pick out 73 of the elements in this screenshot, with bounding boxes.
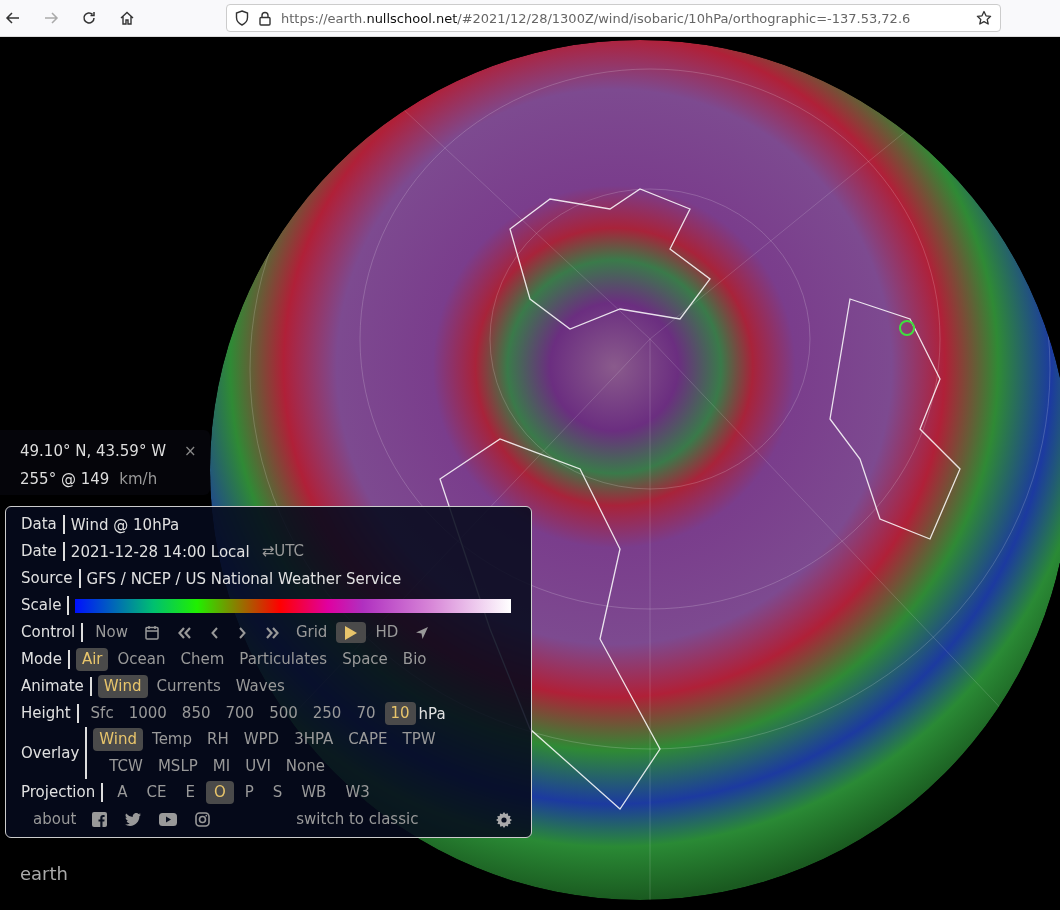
control-option[interactable]: Now [89, 621, 134, 644]
mode-option[interactable]: Chem [174, 648, 231, 671]
projection-option[interactable]: WB [293, 781, 335, 804]
overlay-option[interactable]: UVI [239, 755, 277, 778]
overlay-option[interactable]: Wind [93, 728, 144, 751]
unit-link[interactable]: km/h [119, 470, 158, 488]
mode-option[interactable]: Bio [396, 648, 433, 671]
reload-icon[interactable] [81, 10, 97, 26]
projection-option[interactable]: O [205, 781, 234, 804]
overlay-option[interactable]: TCW [103, 755, 149, 778]
projection-option[interactable]: W3 [337, 781, 378, 804]
row-label: Source [21, 569, 81, 588]
row-label: Overlay [21, 727, 88, 779]
overlay-option[interactable]: WPD [237, 728, 286, 751]
overlay-option[interactable]: RH [201, 728, 235, 751]
earth-logo-text[interactable]: earth [20, 863, 68, 884]
address-bar[interactable]: https://earth.nullschool.net/#2021/12/28/1300Z/wind/isobaric/10hPa/orthographic=-137.53,72.6 [226, 4, 1001, 32]
settings-icon[interactable] [496, 811, 513, 828]
unit-text: hPa [418, 704, 446, 723]
projection-option[interactable]: S [264, 781, 291, 804]
height-option[interactable]: 1000 [122, 702, 173, 725]
overlay-option[interactable]: MSLP [151, 755, 204, 778]
date-value: 2021-12-28 14:00 Local [70, 542, 250, 561]
overlay-option[interactable]: TPW [396, 728, 442, 751]
height-option[interactable]: 700 [219, 702, 261, 725]
overlay-option[interactable]: Temp [146, 728, 198, 751]
row-label: Mode [21, 650, 70, 669]
overlay-option[interactable]: CAPE [342, 728, 394, 751]
play-icon[interactable] [336, 622, 367, 643]
height-option[interactable]: 10 [384, 702, 416, 725]
height-option[interactable]: Sfc [84, 702, 120, 725]
back-arrow-icon[interactable] [5, 10, 21, 26]
control-option[interactable]: HD [369, 621, 405, 644]
height-option[interactable]: 500 [263, 702, 304, 725]
height-option[interactable]: 850 [175, 702, 217, 725]
control-option[interactable]: Grid [289, 621, 334, 644]
shield-icon[interactable] [235, 10, 249, 26]
mode-option[interactable]: Air [75, 648, 109, 671]
row-label: Height [21, 704, 79, 723]
utc-toggle[interactable]: ⇄UTC [255, 540, 310, 563]
animate-option[interactable]: Currents [150, 675, 227, 698]
row-label: Control [21, 623, 84, 642]
home-icon[interactable] [119, 10, 135, 26]
row-label: Date [21, 542, 65, 561]
mode-option[interactable]: Ocean [111, 648, 172, 671]
mode-option[interactable]: Particulates [233, 648, 334, 671]
projection-option[interactable]: P [236, 781, 262, 804]
overlay-option[interactable]: 3HPA [288, 728, 340, 751]
row-label: Scale [21, 596, 70, 615]
mode-option[interactable]: Space [336, 648, 394, 671]
url-text: https://earth.nullschool.net/#2021/12/28/1300Z/wind/isobaric/10hPa/orthographic=-137.53,72.6 [281, 10, 912, 26]
row-label: Projection [21, 783, 104, 802]
wind-reading-text: 255° @ 149 [20, 470, 110, 488]
overlay-option[interactable]: MI [206, 755, 237, 778]
height-option[interactable]: 70 [350, 702, 382, 725]
coordinates-text: 49.10° N, 43.59° W [20, 442, 166, 460]
row-label: Data [21, 515, 65, 534]
lock-icon[interactable] [259, 10, 271, 26]
animate-option[interactable]: Wind [97, 675, 148, 698]
close-button[interactable]: × [184, 442, 197, 460]
projection-option[interactable]: A [109, 781, 136, 804]
data-value: Wind @ 10hPa [70, 515, 180, 534]
source-value: GFS / NCEP / US National Weather Service [86, 569, 402, 588]
location-marker [899, 320, 915, 336]
row-label: Animate [21, 677, 92, 696]
overlay-option[interactable]: None [279, 755, 331, 778]
height-option[interactable]: 250 [306, 702, 348, 725]
star-icon[interactable] [976, 10, 992, 26]
projection-option[interactable]: E [177, 781, 203, 804]
projection-option[interactable]: CE [138, 781, 175, 804]
animate-option[interactable]: Waves [229, 675, 291, 698]
about-link[interactable]: about [27, 808, 83, 831]
switch-to-classic-link[interactable]: switch to classic [290, 808, 425, 831]
